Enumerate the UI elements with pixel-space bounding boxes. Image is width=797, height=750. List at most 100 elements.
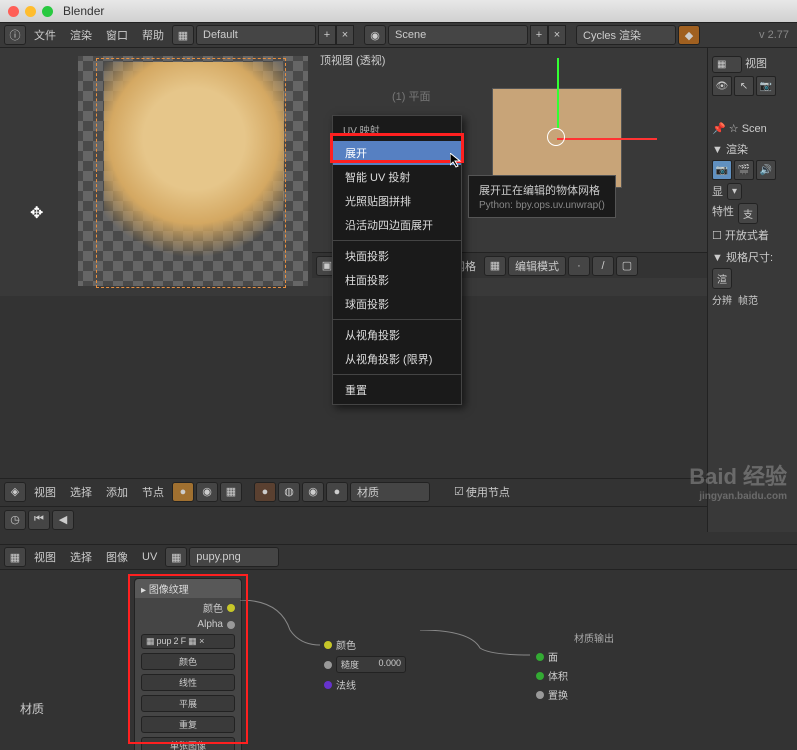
ctx-lightmap[interactable]: 光照贴图拼排 [333,189,461,213]
rp-feature-dd[interactable]: 支 [738,203,758,224]
viewport-label: 顶视图 (透视) [312,48,710,72]
eye-icon[interactable]: 👁 [712,76,732,96]
scene-dropdown[interactable]: Scene [388,25,528,45]
render-engine: Cycles 渲染 [583,27,641,43]
image-name-field[interactable]: pupy.png [189,547,279,567]
lamp-data-icon[interactable]: ◉ [302,482,324,502]
uv-editor-type-icon[interactable]: ▦ [4,547,26,567]
maximize-window[interactable] [42,6,53,17]
object-data-icon[interactable]: ● [254,482,276,502]
timeline-prev-icon[interactable]: ◀ [52,510,74,530]
uv-mapping-menu: UV 映射 展开 智能 UV 投射 光照贴图拼排 沿活动四边面展开 块面投影 柱… [332,115,462,405]
volume-label: 体积 [548,668,568,683]
menu-help[interactable]: 帮助 [136,27,170,43]
scene-remove[interactable]: × [548,25,566,45]
rp-scene: Scen [742,123,767,135]
rp-browse[interactable]: ▦ [712,56,742,73]
rp-res: 分辨 [712,292,732,307]
ctx-unwrap[interactable]: 展开 [333,141,461,165]
ctx-smart-uv[interactable]: 智能 UV 投射 [333,165,461,189]
face-select-icon[interactable]: ▢ [616,256,638,276]
minimize-window[interactable] [25,6,36,17]
texture-tree-icon[interactable]: ▦ [220,482,242,502]
material-output-node[interactable]: 材质输出 面 体积 置换 [530,628,620,704]
uv-menu-view[interactable]: 视图 [28,549,62,565]
scene-add-remove: + × [530,25,566,45]
blender-logo-icon: ◆ [678,25,700,45]
rp-osl[interactable]: 开放式着 [725,230,769,242]
ne-menu-select[interactable]: 选择 [64,484,98,500]
rp-toolbar: 👁 ↖ 📷 [712,76,793,96]
uv-menu-image[interactable]: 图像 [100,549,134,565]
layout-add-remove: + × [318,25,354,45]
menu-render[interactable]: 渲染 [64,27,98,43]
info-editor-icon[interactable]: ⓘ [4,25,26,45]
rough-socket[interactable] [324,661,332,669]
timeline-type-icon[interactable]: ◷ [4,510,26,530]
node-editor-type-icon[interactable]: ◈ [4,482,26,502]
render-anim-icon[interactable]: 🎬 [734,160,754,180]
ctx-cylinder-proj[interactable]: 柱面投影 [333,268,461,292]
timeline-rewind-icon[interactable]: ⏮ [28,510,50,530]
volume-socket[interactable] [536,672,544,680]
mode-dropdown[interactable]: 编辑模式 [508,256,566,276]
mode-icon[interactable]: ▦ [484,256,506,276]
rp-preset[interactable]: 渲 [712,268,732,289]
manipulator-gizmo[interactable] [547,128,567,148]
x-axis-gizmo[interactable] [557,138,657,140]
ctx-cube-proj[interactable]: 块面投影 [333,244,461,268]
ne-menu-view[interactable]: 视图 [28,484,62,500]
layout-remove[interactable]: × [336,25,354,45]
uv-menu-uvs[interactable]: UV [136,551,163,563]
z-axis-gizmo[interactable] [557,58,559,128]
rp-render-section[interactable]: 渲染 [726,144,748,156]
rp-display-dd[interactable]: ▾ [727,183,742,200]
compositor-tree-icon[interactable]: ◉ [196,482,218,502]
ctx-sphere-proj[interactable]: 球面投影 [333,292,461,316]
timeline-header: ◷ ⏮ ◀ [0,506,707,532]
node-editor[interactable]: ▸ 图像纹理 颜色 Alpha ▦pup 2 F ▦ × 颜色 线性 平展 重复… [0,570,797,750]
tooltip-python: Python: bpy.ops.uv.unwrap() [479,200,605,211]
layout-add[interactable]: + [318,25,336,45]
ctx-follow-quads[interactable]: 沿活动四边面展开 [333,213,461,237]
watermark-sub: jingyan.baidu.com [689,491,787,502]
scene-browse-icon[interactable]: ◉ [364,25,386,45]
2d-cursor-icon[interactable]: ✥ [30,203,43,223]
menu-file[interactable]: 文件 [28,27,62,43]
tooltip-desc: 展开正在编辑的物体网格 [479,182,605,198]
ctx-project-bounds[interactable]: 从视角投影 (限界) [333,347,461,371]
layout-browse-icon[interactable]: ▦ [172,25,194,45]
rp-dimensions[interactable]: 规格尺寸: [726,252,773,264]
render-audio-icon[interactable]: 🔊 [756,160,776,180]
close-window[interactable] [8,6,19,17]
world-data-icon[interactable]: ◍ [278,482,300,502]
vertex-select-icon[interactable]: · [568,256,590,276]
edge-select-icon[interactable]: / [592,256,614,276]
material-browse-icon[interactable]: ● [326,482,348,502]
render-image-icon[interactable]: 📷 [712,160,732,180]
scene-add[interactable]: + [530,25,548,45]
image-browse-icon[interactable]: ▦ [165,547,187,567]
rp-view[interactable]: 视图 [745,58,767,70]
ctx-sep3 [333,374,461,375]
render-engine-dropdown[interactable]: Cycles 渲染 [576,25,676,45]
cursor-icon[interactable]: ↖ [734,76,754,96]
window-controls [8,6,53,17]
ne-menu-add[interactable]: 添加 [100,484,134,500]
use-nodes-toggle[interactable]: 使用节点 [466,484,510,500]
layout-dropdown[interactable]: Default [196,25,316,45]
ctx-project-view[interactable]: 从视角投影 [333,323,461,347]
camera-icon[interactable]: 📷 [756,76,776,96]
ctx-sep1 [333,240,461,241]
material-name-field[interactable]: 材质 [350,482,430,502]
ctx-reset[interactable]: 重置 [333,378,461,402]
uv-menu-select[interactable]: 选择 [64,549,98,565]
ne-menu-node[interactable]: 节点 [136,484,170,500]
disp-socket[interactable] [536,691,544,699]
uv-selection-border[interactable] [96,58,286,288]
normal-socket[interactable] [324,681,332,689]
pin-icon[interactable]: 📌 [712,123,726,135]
ctx-title: UV 映射 [333,118,461,141]
menu-window[interactable]: 窗口 [100,27,134,43]
shader-tree-icon[interactable]: ● [172,482,194,502]
